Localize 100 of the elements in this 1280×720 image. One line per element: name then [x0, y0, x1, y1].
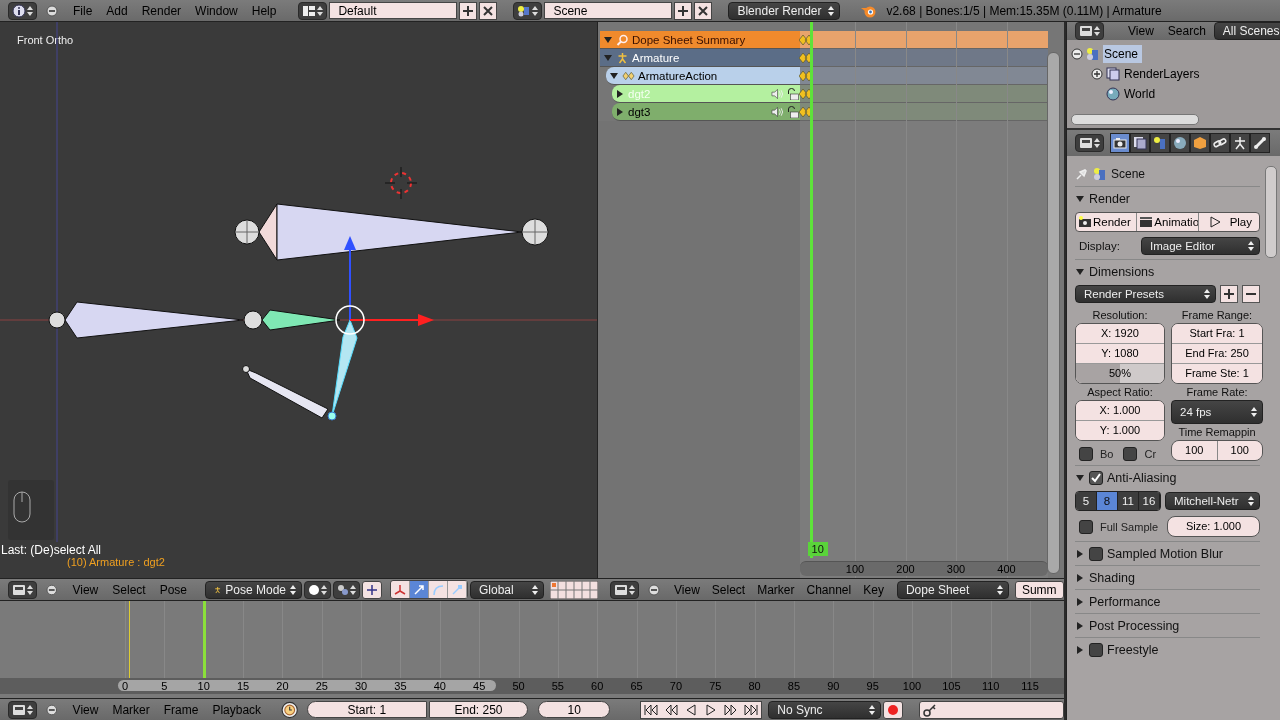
transform-manipulator-drawing[interactable] [335, 236, 434, 335]
add-button[interactable] [459, 1, 478, 20]
menu-item[interactable]: Marker [752, 580, 800, 599]
close-button[interactable] [479, 1, 498, 20]
timeline-editor-button[interactable] [8, 700, 37, 719]
manipulator-toggle[interactable] [362, 580, 382, 599]
scrollbar[interactable] [118, 680, 496, 691]
tree-item[interactable]: RenderLayers [1123, 65, 1204, 83]
expand-icon[interactable] [1091, 68, 1103, 80]
panel-title[interactable]: Anti-Aliasing [1107, 470, 1177, 485]
collapse-icon[interactable] [1071, 48, 1083, 60]
lock-icon[interactable] [787, 87, 800, 100]
collapse-icon[interactable] [46, 583, 58, 596]
object-tab[interactable] [1190, 133, 1210, 153]
panel-title[interactable]: Freestyle [1107, 642, 1159, 657]
sample-count-button[interactable]: 8 [1097, 492, 1118, 510]
menu-item[interactable]: Frame [157, 700, 205, 719]
channel-row[interactable]: ArmatureAction [606, 67, 800, 85]
menu-item[interactable]: Window [189, 1, 244, 20]
scrollbar[interactable] [1265, 166, 1277, 258]
channel-row[interactable]: Armature [600, 49, 800, 67]
sync-dropdown[interactable]: No Sync [768, 700, 881, 719]
screen-layout-field[interactable]: Default [329, 2, 458, 19]
display-dropdown[interactable]: Image Editor [1141, 237, 1260, 255]
layers-grid-icon[interactable] [550, 580, 598, 599]
menu-item[interactable]: View [66, 700, 105, 719]
percentage-slider[interactable]: 50% [1076, 364, 1164, 383]
menu-item[interactable]: Select [706, 580, 751, 599]
tree-item[interactable]: Scene [1103, 45, 1143, 63]
scene-tab[interactable] [1150, 133, 1170, 153]
menu-item[interactable]: Search [1161, 22, 1212, 40]
pivot-button[interactable] [333, 580, 360, 599]
bone-tab[interactable] [1250, 133, 1270, 153]
scrollbar[interactable] [1071, 114, 1199, 125]
add-button[interactable] [1220, 285, 1238, 303]
display-mode-dropdown[interactable]: All Scenes [1213, 22, 1280, 40]
panel-title[interactable]: Post Processing [1089, 618, 1180, 633]
close-button[interactable] [694, 1, 713, 20]
collapse-icon[interactable] [648, 583, 660, 596]
menu-item[interactable]: Pose [153, 580, 193, 599]
record-button[interactable] [882, 700, 903, 719]
sample-count-button[interactable]: 11 [1118, 492, 1139, 510]
render-presets-dropdown[interactable]: Render Presets [1075, 285, 1216, 303]
channel-row[interactable]: dgt3 [612, 103, 800, 121]
sample-count-button[interactable]: 16 [1139, 492, 1160, 510]
checkbox[interactable] [1089, 642, 1103, 657]
frame-rate-dropdown[interactable]: 24 fps [1171, 400, 1263, 424]
menu-item[interactable]: View [66, 580, 105, 599]
keyframe-icon[interactable] [799, 88, 813, 100]
orientation-dropdown[interactable]: Global [470, 580, 544, 599]
properties-editor-button[interactable] [1075, 134, 1104, 152]
number-field[interactable]: Size: 1.000 [1167, 516, 1260, 537]
data-tab[interactable] [1230, 133, 1250, 153]
current-frame-field[interactable]: 10 [538, 701, 611, 718]
menu-item[interactable]: Render [135, 1, 188, 20]
checkbox[interactable] [1089, 470, 1103, 485]
menu-item[interactable]: Marker [106, 700, 156, 719]
end-frame-field[interactable]: End: 250 [428, 701, 529, 718]
menu-item[interactable]: File [67, 1, 99, 20]
summary-toggle[interactable]: Summ [1014, 580, 1064, 599]
checkbox[interactable] [1089, 546, 1103, 561]
dope-sheet-editor-button[interactable] [610, 580, 639, 599]
translate-button[interactable] [410, 581, 429, 598]
scene-button[interactable] [513, 1, 543, 20]
render-action-button[interactable]: Play [1198, 213, 1259, 231]
panel-title[interactable]: Performance [1089, 594, 1161, 609]
keyframe-icon[interactable] [799, 34, 813, 46]
remove-button[interactable] [1242, 285, 1260, 303]
number-field[interactable]: X: 1920 [1076, 324, 1164, 344]
menu-item[interactable]: Select [106, 580, 152, 599]
keyframe-icon[interactable] [799, 52, 813, 64]
keyframe-icon[interactable] [799, 70, 813, 82]
collapse-icon[interactable] [46, 4, 58, 17]
panel-title[interactable]: Dimensions [1089, 264, 1155, 279]
panel-title[interactable]: Render [1089, 191, 1130, 206]
number-field[interactable]: Start Fra: 1 [1172, 324, 1262, 344]
layers-tab[interactable] [1130, 133, 1150, 153]
menu-item[interactable]: Key [858, 580, 889, 599]
mode-dropdown[interactable]: Dope Sheet [896, 580, 1009, 599]
tree-item[interactable]: World [1123, 85, 1160, 103]
scrollbar[interactable] [1047, 52, 1060, 574]
menu-item[interactable]: Add [100, 1, 134, 20]
channel-row[interactable]: Dope Sheet Summary [600, 31, 800, 49]
sample-count-button[interactable]: 5 [1076, 492, 1097, 510]
checkbox[interactable]: Bo [1079, 447, 1114, 461]
keying-set-field[interactable] [918, 700, 1064, 719]
panel-title[interactable]: Sampled Motion Blur [1107, 546, 1224, 561]
render-action-button[interactable]: Render [1076, 213, 1138, 231]
menu-item[interactable]: Help [245, 1, 283, 20]
number-field[interactable]: X: 1.000 [1076, 401, 1164, 421]
mode-dropdown[interactable]: Pose Mode [205, 580, 302, 599]
3d-view-editor-button[interactable] [8, 580, 37, 599]
scene-field[interactable]: Scene [544, 2, 673, 19]
checkbox[interactable]: Cr [1123, 447, 1157, 461]
menu-item[interactable]: Playback [206, 700, 268, 719]
clock-icon[interactable] [281, 700, 299, 719]
collapse-icon[interactable] [46, 703, 58, 716]
menu-item[interactable]: View [669, 580, 705, 599]
menu-item[interactable]: Channel [801, 580, 857, 599]
constraints-tab[interactable] [1210, 133, 1230, 153]
